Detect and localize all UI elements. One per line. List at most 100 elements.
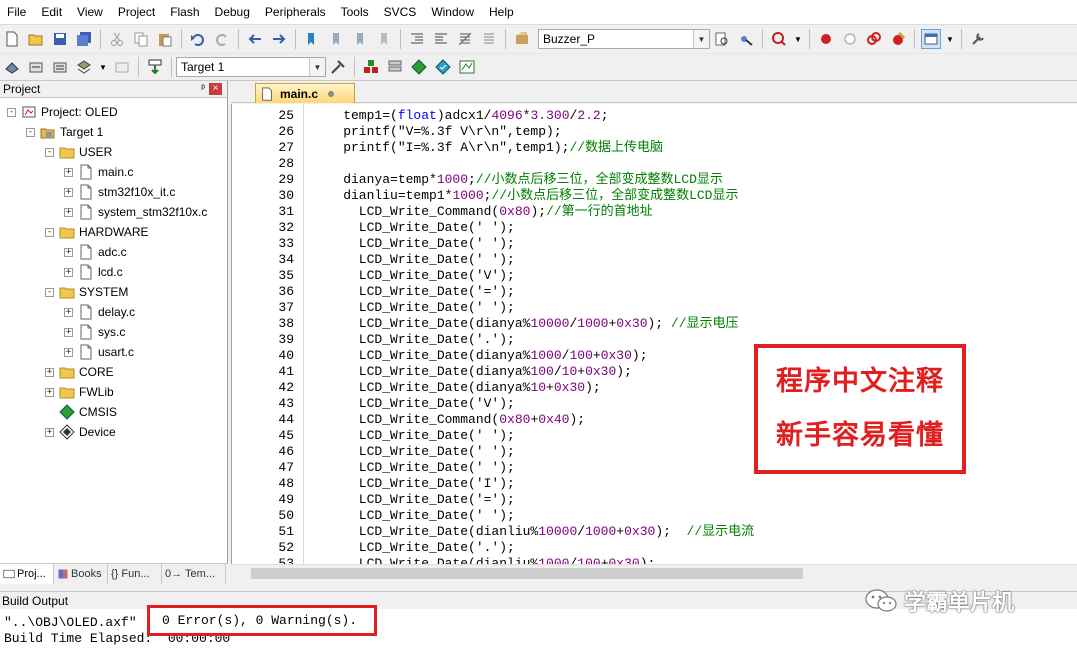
- code-line[interactable]: 48 LCD_Write_Date('I');: [232, 476, 1077, 492]
- build-icon[interactable]: [26, 57, 46, 77]
- expand-icon[interactable]: +: [45, 367, 54, 377]
- chevron-down-icon[interactable]: ▼: [98, 57, 108, 77]
- expand-icon[interactable]: +: [64, 347, 73, 357]
- editor-horizontal-scrollbar[interactable]: [231, 564, 1077, 581]
- collapse-icon[interactable]: -: [45, 287, 54, 297]
- code-line[interactable]: 34 LCD_Write_Date(' ');: [232, 252, 1077, 268]
- redo-icon[interactable]: [212, 29, 232, 49]
- tree-item-fwlib[interactable]: + FWLib: [45, 382, 114, 402]
- target-select[interactable]: Target 1 ▼: [176, 57, 326, 77]
- code-line[interactable]: 29 dianya=temp*1000;//小数点后移三位，全部变成整数LCD显…: [232, 172, 1077, 188]
- menu-project[interactable]: Project: [111, 0, 163, 24]
- code-line[interactable]: 37 LCD_Write_Date(' ');: [232, 300, 1077, 316]
- tree-item-delay-c[interactable]: + delay.c: [64, 302, 135, 322]
- code-line[interactable]: 28: [232, 156, 1077, 172]
- code-line[interactable]: 50 LCD_Write_Date(' ');: [232, 508, 1077, 524]
- tab-templates[interactable]: 0→ Tem...: [162, 564, 226, 584]
- expand-icon[interactable]: +: [64, 307, 73, 317]
- code-line[interactable]: 36 LCD_Write_Date('=');: [232, 284, 1077, 300]
- scrollbar-thumb[interactable]: [251, 568, 803, 579]
- tree-item-device[interactable]: + Device: [45, 422, 116, 442]
- code-editor[interactable]: 25 temp1=(float)adcx1/4096*3.300/2.2; 26 …: [231, 104, 1077, 564]
- find-combo[interactable]: Buzzer_P ▼: [538, 29, 710, 49]
- code-line[interactable]: 35 LCD_Write_Date('V');: [232, 268, 1077, 284]
- code-line[interactable]: 33 LCD_Write_Date(' ');: [232, 236, 1077, 252]
- menu-debug[interactable]: Debug: [208, 0, 258, 24]
- tree-item-adc-c[interactable]: + adc.c: [64, 242, 127, 262]
- cut-icon[interactable]: [107, 29, 127, 49]
- collapse-icon[interactable]: -: [26, 127, 35, 137]
- disable-breakpoint-icon[interactable]: [840, 29, 860, 49]
- tree-item-main-c[interactable]: + main.c: [64, 162, 133, 182]
- code-line[interactable]: 52 LCD_Write_Date('.');: [232, 540, 1077, 556]
- prev-bookmark-icon[interactable]: [326, 29, 346, 49]
- tree-item-core[interactable]: + CORE: [45, 362, 114, 382]
- stop-build-icon[interactable]: [112, 57, 132, 77]
- file-extensions-icon[interactable]: [385, 57, 405, 77]
- menu-file[interactable]: File: [0, 0, 34, 24]
- tab-books[interactable]: Books: [54, 564, 108, 584]
- indent-icon[interactable]: [407, 29, 427, 49]
- menu-help[interactable]: Help: [482, 0, 522, 24]
- tree-item-user[interactable]: - USER: [45, 142, 112, 162]
- expand-icon[interactable]: +: [64, 247, 73, 257]
- menu-view[interactable]: View: [70, 0, 111, 24]
- expand-icon[interactable]: +: [45, 427, 54, 437]
- target-options-icon[interactable]: [328, 57, 348, 77]
- batch-build-icon[interactable]: [74, 57, 94, 77]
- paste-icon[interactable]: [155, 29, 175, 49]
- collapse-icon[interactable]: -: [7, 107, 16, 117]
- tree-item-sys-c[interactable]: + sys.c: [64, 322, 125, 342]
- code-line[interactable]: 53 LCD_Write_Date(dianliu%1000/100+0x30)…: [232, 556, 1077, 564]
- menu-peripherals[interactable]: Peripherals: [258, 0, 334, 24]
- expand-icon[interactable]: +: [64, 327, 73, 337]
- window-layout-icon[interactable]: [921, 29, 941, 49]
- menu-window[interactable]: Window: [424, 0, 482, 24]
- kill-breakpoints-icon[interactable]: [864, 29, 884, 49]
- find-icon[interactable]: [712, 29, 732, 49]
- code-line[interactable]: 31 LCD_Write_Command(0x80);//第一行的首地址: [232, 204, 1077, 220]
- undo-icon[interactable]: [188, 29, 208, 49]
- tree-item-system[interactable]: - SYSTEM: [45, 282, 128, 302]
- pin-icon[interactable]: ᵖ: [201, 83, 205, 94]
- comment-icon[interactable]: [455, 29, 475, 49]
- download-icon[interactable]: [145, 57, 165, 77]
- find-in-files-icon[interactable]: [512, 29, 532, 49]
- code-line[interactable]: 51 LCD_Write_Date(dianliu%10000/1000+0x3…: [232, 524, 1077, 540]
- tab-functions[interactable]: {} Fun...: [108, 564, 162, 584]
- tree-item-hardware[interactable]: - HARDWARE: [45, 222, 149, 242]
- event-recorder-icon[interactable]: [457, 57, 477, 77]
- tree-item-project-oled[interactable]: - Project: OLED: [7, 102, 118, 122]
- clear-breakpoints-icon[interactable]: [888, 29, 908, 49]
- debug-session-icon[interactable]: [769, 29, 789, 49]
- chevron-down-icon[interactable]: ▼: [945, 29, 955, 49]
- uncomment-icon[interactable]: [479, 29, 499, 49]
- tree-item-system-stm32f10x-c[interactable]: + system_stm32f10x.c: [64, 202, 207, 222]
- code-line[interactable]: 30 dianliu=temp1*1000;//小数点后移三位，全部变成整数LC…: [232, 188, 1077, 204]
- chevron-down-icon[interactable]: ▼: [793, 29, 803, 49]
- incremental-find-icon[interactable]: [736, 29, 756, 49]
- chevron-down-icon[interactable]: ▼: [309, 58, 325, 76]
- collapse-icon[interactable]: -: [45, 227, 54, 237]
- code-line[interactable]: 25 temp1=(float)adcx1/4096*3.300/2.2;: [232, 108, 1077, 124]
- bookmark-icon[interactable]: [302, 29, 322, 49]
- code-line[interactable]: 26 printf("V=%.3f V\r\n",temp);: [232, 124, 1077, 140]
- expand-icon[interactable]: +: [64, 207, 73, 217]
- tree-item-stm32f10x-it-c[interactable]: + stm32f10x_it.c: [64, 182, 175, 202]
- clear-bookmarks-icon[interactable]: [374, 29, 394, 49]
- tree-item-target-1[interactable]: - Target 1: [26, 122, 103, 142]
- tree-item-lcd-c[interactable]: + lcd.c: [64, 262, 123, 282]
- configure-icon[interactable]: [968, 29, 988, 49]
- new-file-icon[interactable]: [2, 29, 22, 49]
- code-line[interactable]: 27 printf("I=%.3f A\r\n",temp1);//数据上传电脑: [232, 140, 1077, 156]
- save-all-icon[interactable]: [74, 29, 94, 49]
- close-icon[interactable]: ×: [209, 83, 222, 95]
- menu-flash[interactable]: Flash: [163, 0, 207, 24]
- tree-item-usart-c[interactable]: + usart.c: [64, 342, 134, 362]
- expand-icon[interactable]: +: [64, 267, 73, 277]
- code-line[interactable]: 38 LCD_Write_Date(dianya%10000/1000+0x30…: [232, 316, 1077, 332]
- chevron-down-icon[interactable]: ▼: [693, 30, 709, 48]
- tab-main-c[interactable]: main.c: [255, 83, 355, 103]
- next-bookmark-icon[interactable]: [350, 29, 370, 49]
- code-line[interactable]: 32 LCD_Write_Date(' ');: [232, 220, 1077, 236]
